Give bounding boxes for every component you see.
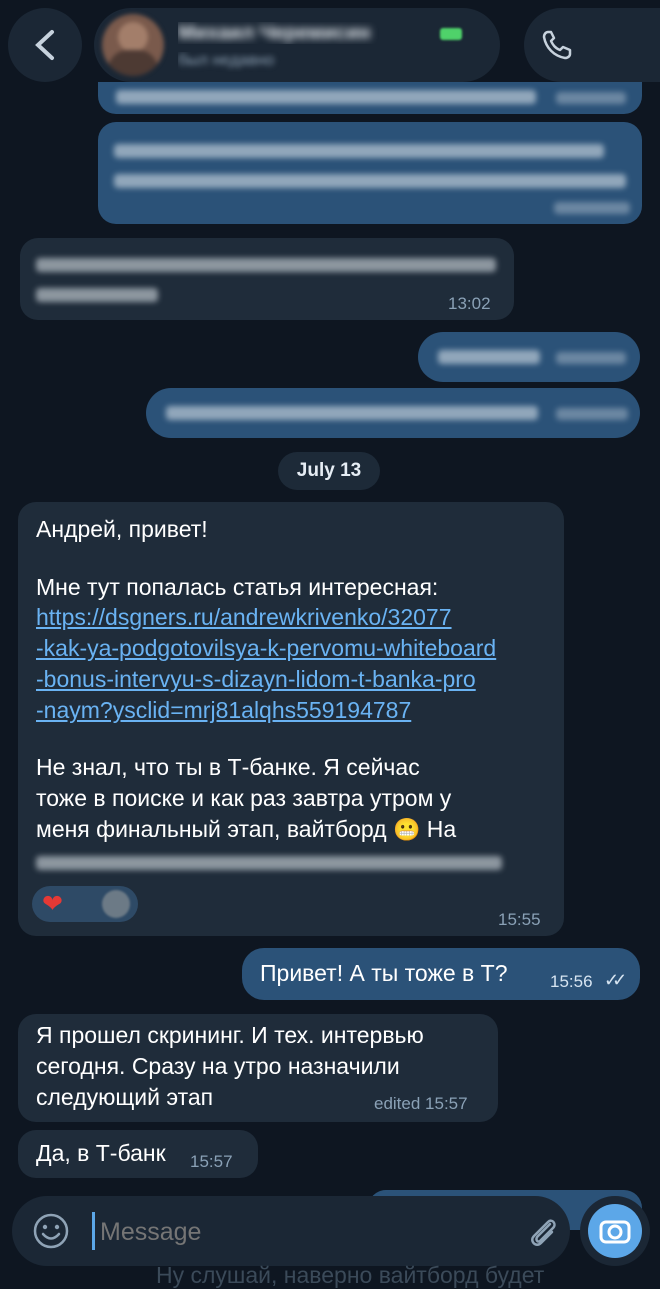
attach-icon[interactable] xyxy=(524,1212,562,1250)
message-time: 13:02 xyxy=(448,294,491,313)
message-outgoing[interactable]: Привет! А ты тоже в Т? 15:56 ✓✓ xyxy=(242,948,640,1000)
phone-icon xyxy=(542,30,572,60)
message-edited-time: edited 15:57 xyxy=(374,1094,468,1113)
message-time: 15:55 xyxy=(498,910,541,929)
message-time: 15:56 xyxy=(550,972,593,991)
chat-header[interactable]: МЧ Михаил Черемисин был недавно xyxy=(94,8,500,82)
text-cursor xyxy=(92,1212,95,1250)
article-link[interactable]: https://dsgners.ru/andrewkrivenko/32077 … xyxy=(36,602,561,726)
message-text: Да, в Т-банк xyxy=(36,1140,166,1166)
back-button[interactable] xyxy=(8,8,82,82)
contact-status: был недавно xyxy=(178,52,275,69)
message-composer[interactable] xyxy=(12,1196,570,1266)
message-incoming-long[interactable]: Андрей, привет! Мне тут попалась статья … xyxy=(18,502,564,936)
back-arrow-icon xyxy=(35,30,54,60)
draft-preview: Ну слушай, наверно вайтборд будет xyxy=(156,1262,545,1288)
message-time: 15:57 xyxy=(190,1152,233,1171)
blurred-text-line xyxy=(36,856,502,870)
avatar[interactable] xyxy=(102,14,164,76)
message-outgoing-blurred-3[interactable] xyxy=(418,332,640,382)
message-outgoing-blurred-1[interactable] xyxy=(98,82,642,114)
message-incoming-reply1[interactable]: Я прошел скрининг. И тех. интервью сегод… xyxy=(18,1014,498,1122)
grimace-emoji-icon: 😬 xyxy=(393,817,421,842)
online-indicator xyxy=(440,28,462,40)
message-outgoing-blurred-2[interactable] xyxy=(98,122,642,224)
reactions-bar[interactable]: ❤ xyxy=(32,886,138,922)
message-incoming-blurred-1[interactable]: 13:02 xyxy=(20,238,514,320)
message-input[interactable] xyxy=(98,1210,482,1254)
double-check-icon: ✓✓ xyxy=(604,970,627,990)
heart-reaction-icon: ❤ xyxy=(42,890,63,918)
emoji-icon[interactable] xyxy=(32,1212,70,1250)
message-incoming-reply2[interactable]: Да, в Т-банк 15:57 xyxy=(18,1130,258,1178)
camera-button[interactable] xyxy=(580,1196,650,1266)
message-intro: Мне тут попалась статья интересная: xyxy=(36,574,439,600)
contact-name: Михаил Черемисин xyxy=(178,22,371,44)
call-button[interactable] xyxy=(524,8,660,82)
message-body: Не знал, что ты в Т-банке. Я сейчас тоже… xyxy=(36,754,457,842)
date-divider: July 13 xyxy=(278,452,380,490)
message-text: Привет! А ты тоже в Т? xyxy=(260,960,508,986)
camera-icon xyxy=(599,1220,631,1244)
reactor-avatar xyxy=(102,890,130,918)
message-outgoing-blurred-4[interactable] xyxy=(146,388,640,438)
message-greeting: Андрей, привет! xyxy=(36,516,208,542)
